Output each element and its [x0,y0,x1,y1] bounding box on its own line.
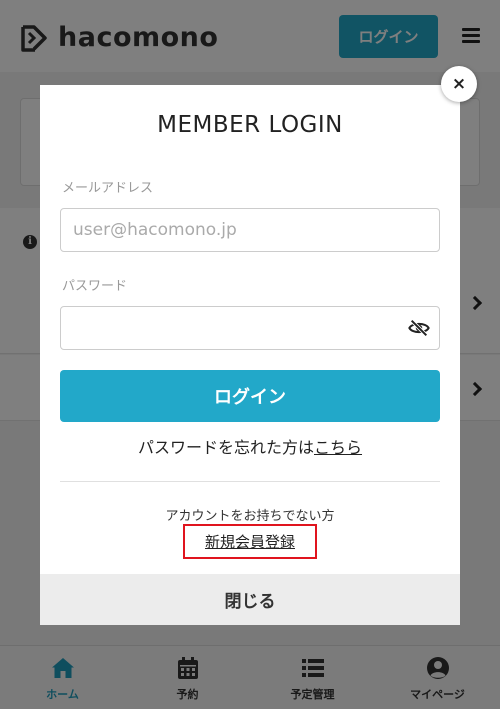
password-field[interactable] [60,306,440,350]
modal-title: MEMBER LOGIN [157,112,343,138]
close-icon[interactable]: × [441,66,477,102]
email-label: メールアドレス [62,181,154,196]
no-account-text: アカウントをお持ちでない方 [165,509,335,524]
forgot-password-link[interactable]: こちら [314,438,362,457]
email-field[interactable] [60,208,440,252]
eye-slash-icon[interactable] [408,317,430,339]
forgot-password-text: パスワードを忘れた方はこちら [0,434,500,458]
close-button[interactable]: 閉じる [40,574,460,625]
login-button[interactable]: ログイン [60,370,440,422]
register-link[interactable]: 新規会員登録 [205,531,295,552]
forgot-text: パスワードを忘れた方は [137,438,314,457]
password-label: パスワード [62,279,128,294]
divider [60,481,440,482]
register-highlight: 新規会員登録 [183,524,317,559]
